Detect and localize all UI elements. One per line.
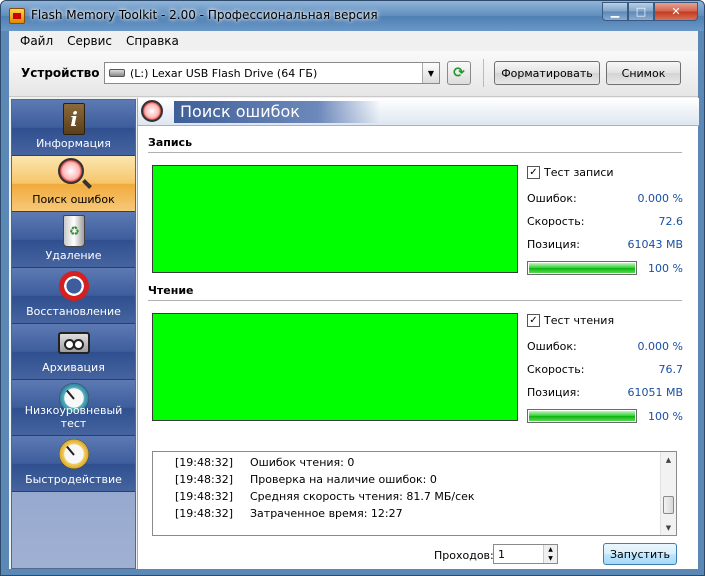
log-message: Средняя скорость чтения: 81.7 МБ/сек (250, 490, 475, 503)
write-progress-fill (529, 263, 635, 273)
sidebar-item-label: Низкоуровневый тест (24, 404, 123, 430)
scroll-down-icon[interactable]: ▼ (661, 520, 676, 535)
write-section-title: Запись (148, 136, 193, 149)
sidebar-item-benchmark[interactable]: Быстродействие (12, 436, 135, 492)
write-map (152, 165, 518, 273)
sidebar-item-erase[interactable]: Удаление (12, 212, 135, 268)
page-title: Поиск ошибок (174, 101, 380, 123)
toolbar-separator (483, 59, 484, 87)
section-divider (148, 152, 682, 153)
sidebar-item-backup[interactable]: Архивация (12, 324, 135, 380)
sidebar-item-label: Архивация (42, 361, 105, 374)
passes-stepper[interactable]: 1 ▲ ▼ (493, 544, 558, 564)
log-message: Затраченное время: 12:27 (250, 507, 403, 520)
chevron-down-icon[interactable]: ▼ (422, 63, 439, 83)
read-speed-label: Скорость: (527, 363, 585, 376)
read-speed-value: 76.7 (658, 363, 684, 376)
info-icon: i (63, 103, 85, 135)
scroll-up-icon[interactable]: ▲ (661, 452, 676, 467)
menu-bar: Файл Сервис Справка (9, 31, 698, 51)
read-section-title: Чтение (148, 284, 194, 297)
sidebar-item-label: Информация (36, 137, 111, 150)
checkbox-box[interactable]: ✓ (527, 166, 540, 179)
sidebar-item-label: Поиск ошибок (32, 193, 115, 206)
minimize-button[interactable]: ▁ (602, 2, 628, 21)
spin-arrows-icon[interactable]: ▲ ▼ (543, 545, 557, 563)
device-select-value: (L:) Lexar USB Flash Drive (64 ГБ) (130, 66, 318, 80)
usb-drive-icon (109, 69, 125, 77)
sidebar-item-lowlevel-test[interactable]: Низкоуровневый тест (12, 380, 135, 436)
magnifier-icon (141, 100, 163, 122)
passes-value: 1 (498, 548, 505, 561)
write-errors-value: 0.000 % (637, 192, 683, 205)
sidebar: i Информация Поиск ошибок Удаление Восст… (11, 99, 136, 569)
section-divider (148, 300, 682, 301)
close-button[interactable]: ✕ (654, 2, 698, 21)
write-speed-value: 72.6 (658, 215, 684, 228)
log-message: Проверка на наличие ошибок: 0 (250, 473, 437, 486)
recycle-bin-icon (63, 215, 85, 247)
write-progress-bar (527, 261, 637, 275)
tape-icon (58, 332, 90, 354)
window-controls: ▁ □ ✕ (602, 2, 698, 21)
read-progress-percent: 100 % (648, 410, 683, 423)
read-errors-value: 0.000 % (637, 340, 683, 353)
read-progress-fill (529, 411, 635, 421)
device-select[interactable]: (L:) Lexar USB Flash Drive (64 ГБ) ▼ (104, 62, 440, 84)
sidebar-item-label: Удаление (45, 249, 102, 262)
menu-help[interactable]: Справка (119, 34, 186, 48)
log-list[interactable]: [19:48:32] Ошибок чтения: 0 [19:48:32] П… (152, 451, 677, 536)
format-button[interactable]: Форматировать (494, 61, 600, 85)
magnifier-icon (58, 158, 84, 184)
gauge-icon (59, 439, 89, 469)
panel-header: Поиск ошибок (138, 98, 699, 126)
main-panel: Поиск ошибок Запись ✓ Тест записи Ошибок… (137, 98, 699, 569)
log-time: [19:48:32] (175, 507, 233, 520)
log-time: [19:48:32] (175, 456, 233, 469)
menu-service[interactable]: Сервис (60, 34, 119, 48)
read-test-label: Тест чтения (544, 314, 615, 327)
window-title: Flash Memory Toolkit - 2.00 - Профессион… (31, 8, 378, 22)
start-button[interactable]: Запустить (603, 543, 677, 565)
lifebuoy-icon (59, 271, 89, 301)
maximize-button[interactable]: □ (628, 2, 654, 21)
sidebar-item-error-check[interactable]: Поиск ошибок (12, 156, 135, 212)
device-label: Устройство (21, 66, 100, 80)
write-test-label: Тест записи (544, 166, 614, 179)
client-area: Устройство (L:) Lexar USB Flash Drive (6… (9, 51, 699, 569)
read-position-value: 61051 MB (627, 386, 683, 399)
sidebar-item-recovery[interactable]: Восстановление (12, 268, 135, 324)
toolbar: Устройство (L:) Lexar USB Flash Drive (6… (9, 51, 698, 97)
app-icon (9, 8, 25, 24)
scroll-thumb[interactable] (663, 496, 674, 514)
write-errors-label: Ошибок: (527, 192, 577, 205)
read-map (152, 313, 518, 421)
sidebar-item-label: Восстановление (26, 305, 121, 318)
sidebar-item-label: Быстродействие (25, 473, 122, 486)
menu-file[interactable]: Файл (13, 34, 60, 48)
read-progress-bar (527, 409, 637, 423)
snapshot-button[interactable]: Снимок (606, 61, 681, 85)
read-errors-label: Ошибок: (527, 340, 577, 353)
write-position-label: Позиция: (527, 238, 580, 251)
log-message: Ошибок чтения: 0 (250, 456, 355, 469)
read-test-checkbox[interactable]: ✓ Тест чтения (527, 314, 614, 327)
write-progress-percent: 100 % (648, 262, 683, 275)
sidebar-item-info[interactable]: i Информация (12, 100, 135, 156)
log-time: [19:48:32] (175, 473, 233, 486)
refresh-button[interactable]: ⟳ (447, 61, 471, 85)
read-position-label: Позиция: (527, 386, 580, 399)
write-position-value: 61043 MB (627, 238, 683, 251)
write-speed-label: Скорость: (527, 215, 585, 228)
log-time: [19:48:32] (175, 490, 233, 503)
write-test-checkbox[interactable]: ✓ Тест записи (527, 166, 614, 179)
title-bar: Flash Memory Toolkit - 2.00 - Профессион… (1, 1, 704, 31)
log-scrollbar[interactable]: ▲ ▼ (660, 452, 676, 535)
app-window: Flash Memory Toolkit - 2.00 - Профессион… (0, 0, 705, 576)
passes-label: Проходов: (434, 549, 494, 562)
checkbox-box[interactable]: ✓ (527, 314, 540, 327)
